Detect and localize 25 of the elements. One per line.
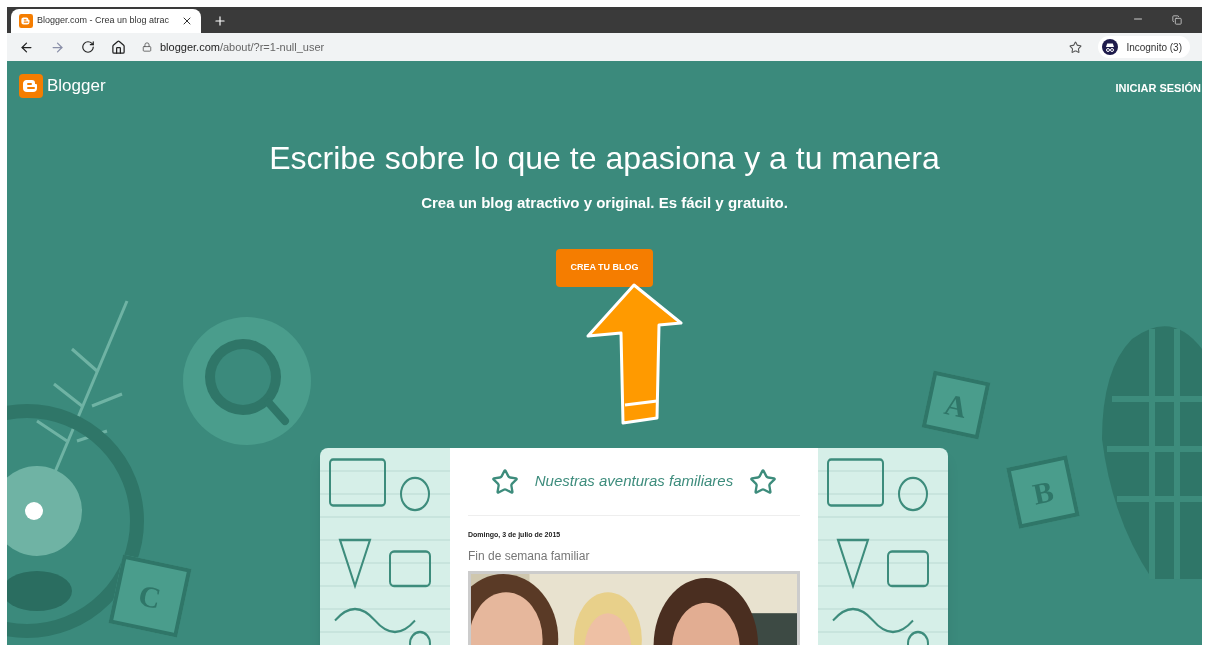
home-icon[interactable] bbox=[111, 39, 126, 55]
tab-title: Blogger.com - Crea un blog atrac bbox=[37, 14, 170, 28]
lock-icon bbox=[142, 42, 152, 52]
blogger-logo-text: Blogger bbox=[47, 75, 106, 97]
restore-icon[interactable] bbox=[1172, 15, 1182, 25]
sign-in-link[interactable]: INICIAR SESIÓN bbox=[1115, 80, 1201, 97]
browser-tab[interactable]: Blogger.com - Crea un blog atrac bbox=[11, 9, 201, 33]
post-title: Fin de semana familiar bbox=[468, 547, 591, 565]
url-field[interactable]: blogger.com/about/?r=1-null_user bbox=[142, 36, 1054, 58]
star-icon bbox=[490, 467, 519, 496]
close-icon[interactable] bbox=[181, 15, 193, 27]
blog-title: Nuestras aventuras familiares bbox=[534, 471, 734, 492]
bookmark-star-icon[interactable] bbox=[1069, 40, 1083, 54]
back-icon[interactable] bbox=[19, 39, 34, 55]
blogger-logo-icon bbox=[19, 14, 33, 28]
hero-title: Escribe sobre lo que te apasiona y a tu manera bbox=[269, 139, 940, 178]
reload-icon[interactable] bbox=[81, 40, 95, 54]
arrow-icon bbox=[585, 283, 685, 425]
incognito-icon bbox=[1102, 39, 1119, 55]
blogger-logo-icon bbox=[19, 73, 43, 98]
hero-subtitle: Crea un blog atractivo y original. Es fácil y gratuito. bbox=[421, 193, 788, 213]
star-icon bbox=[749, 467, 778, 496]
incognito-button[interactable]: Incognito (3) bbox=[1098, 36, 1190, 58]
forward-icon[interactable] bbox=[50, 39, 65, 55]
new-tab-icon[interactable] bbox=[213, 14, 227, 28]
